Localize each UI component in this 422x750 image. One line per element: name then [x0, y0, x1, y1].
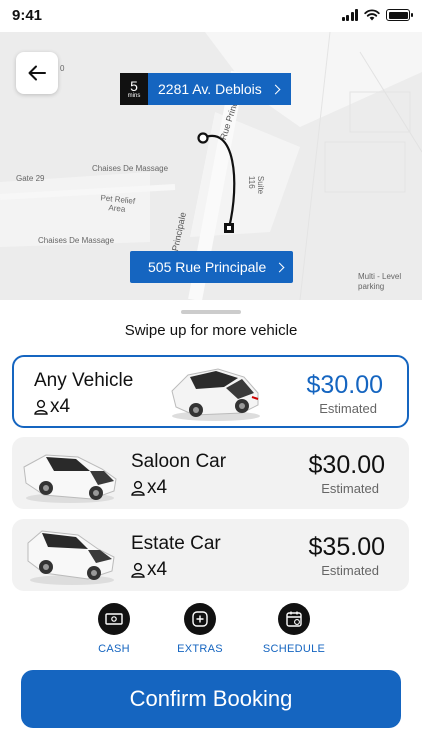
eta-value: 5: [130, 78, 138, 94]
calendar-icon: [286, 611, 302, 627]
cash-icon: [105, 613, 123, 625]
schedule-label: SCHEDULE: [262, 643, 326, 655]
status-time: 9:41: [12, 7, 43, 24]
eta-unit: mins: [127, 93, 141, 99]
status-icons: [341, 9, 413, 21]
plus-icon: [192, 611, 208, 627]
saloon-car-icon: [23, 454, 117, 503]
map-label-massage-2: Chaises De Massage: [38, 236, 115, 245]
vehicle-name: Estate Car: [131, 533, 221, 554]
person-icon: [131, 480, 145, 496]
vehicle-price: $30.00: [306, 371, 383, 399]
person-icon: [131, 562, 145, 578]
swipe-hint: Swipe up for more vehicle: [124, 322, 298, 339]
cash-option[interactable]: CASH: [94, 603, 134, 655]
eta-badge: 5 mins: [120, 73, 148, 105]
map-label-gate: Gate 29: [16, 174, 45, 183]
back-button[interactable]: [16, 52, 58, 94]
map-label-suite: Suite 116: [247, 175, 266, 195]
car-icon: [171, 368, 260, 421]
dropoff-address: 505 Rue Principale: [148, 259, 267, 275]
vehicle-card-saloon[interactable]: Saloon Car x4 $30.00 Estimated: [12, 437, 409, 509]
map-label-parking: Multi - Level parking: [358, 272, 402, 291]
extras-label: EXTRAS: [177, 643, 223, 655]
passenger-count: x4: [34, 396, 70, 418]
map-label-massage: Chaises De Massage: [92, 164, 169, 173]
vehicle-card-estate[interactable]: Estate Car x4 $35.00 Estimated: [12, 519, 409, 591]
extras-option[interactable]: EXTRAS: [176, 603, 224, 655]
person-icon: [34, 399, 48, 415]
vehicle-price: $35.00: [308, 533, 385, 561]
estate-car-icon: [27, 530, 115, 585]
pickup-address-pill[interactable]: 5 mins 2281 Av. Deblois: [120, 73, 291, 105]
chevron-right-icon: [274, 262, 285, 273]
sheet-drag-handle[interactable]: [181, 310, 241, 314]
vehicle-name: Saloon Car: [131, 451, 227, 472]
battery-icon: [386, 9, 413, 21]
payment-options: CASH EXTRAS SCHEDULE: [0, 603, 422, 663]
passenger-count: x4: [131, 559, 167, 581]
pickup-address: 2281 Av. Deblois: [158, 81, 262, 97]
price-note: Estimated: [321, 563, 379, 578]
wifi-icon: [364, 9, 380, 21]
signal-icon: [341, 9, 358, 21]
chevron-right-icon: [270, 84, 281, 95]
price-note: Estimated: [321, 481, 379, 496]
status-bar: 9:41: [0, 0, 422, 32]
passenger-count: x4: [131, 477, 167, 499]
dropoff-address-pill[interactable]: 505 Rue Principale: [130, 251, 294, 283]
vehicle-sheet: Swipe up for more vehicle Any Vehicle x4…: [0, 300, 422, 750]
cash-label: CASH: [98, 643, 130, 655]
map-label-pet-relief: Pet Relief Area: [100, 193, 136, 214]
arrow-left-icon: [28, 65, 46, 81]
map-label-zero: 0: [60, 64, 65, 73]
vehicle-card-any[interactable]: Any Vehicle x4 $30.00 Estimated: [12, 355, 409, 428]
price-note: Estimated: [319, 401, 377, 416]
confirm-booking-button[interactable]: Confirm Booking: [21, 670, 401, 728]
schedule-option[interactable]: SCHEDULE: [258, 603, 330, 655]
vehicle-price: $30.00: [308, 451, 385, 479]
vehicle-name: Any Vehicle: [34, 370, 134, 391]
